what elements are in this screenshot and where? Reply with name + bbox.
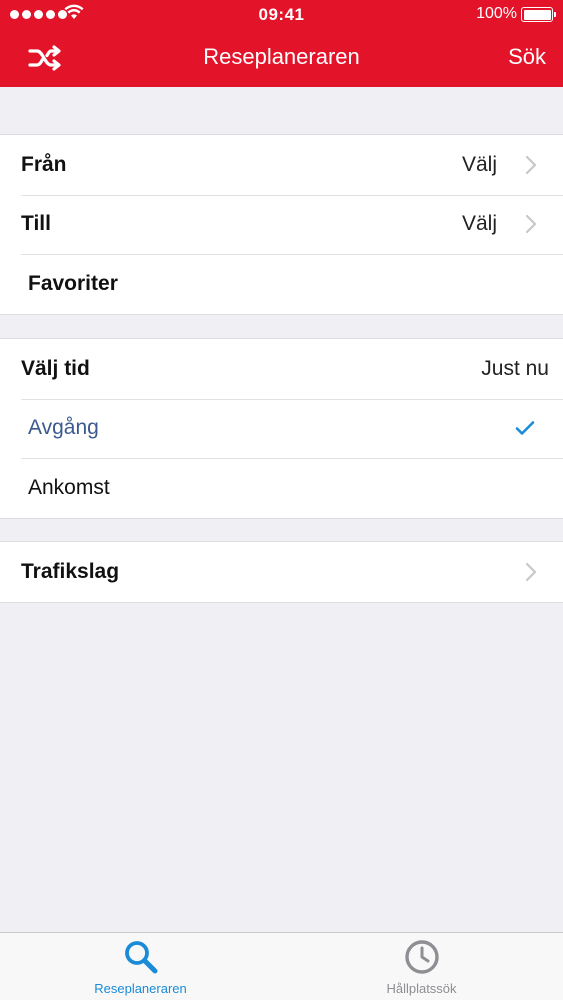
favorites-label: Favoriter bbox=[28, 271, 118, 295]
transport-mode-label: Trafikslag bbox=[21, 559, 120, 583]
transport-mode-row[interactable]: Trafikslag bbox=[0, 542, 563, 602]
time-section: Välj tid Just nu Avgång Ankomst bbox=[0, 338, 563, 519]
departure-row[interactable]: Avgång bbox=[0, 398, 563, 459]
page-title: Reseplaneraren bbox=[203, 44, 360, 69]
chevron-right-icon bbox=[525, 215, 537, 234]
tab-stop-search-label: Hållplatssök bbox=[386, 981, 457, 996]
chevron-right-icon bbox=[525, 562, 537, 581]
arrival-label: Ankomst bbox=[28, 475, 110, 499]
route-section: Från Välj Till Välj Favoriter bbox=[0, 134, 563, 315]
clock-icon bbox=[404, 940, 439, 974]
choose-time-row[interactable]: Välj tid Just nu bbox=[0, 339, 563, 399]
from-row[interactable]: Från Välj bbox=[0, 135, 563, 195]
battery-percentage: 100% bbox=[476, 5, 517, 22]
search-icon bbox=[124, 941, 157, 974]
navigation-bar: Reseplaneraren Sök bbox=[0, 30, 563, 87]
choose-time-value: Just nu bbox=[481, 356, 549, 380]
from-value: Välj bbox=[461, 152, 497, 176]
to-label: Till bbox=[21, 212, 51, 236]
transport-mode-section: Trafikslag bbox=[0, 541, 563, 603]
tab-stop-search[interactable]: Hållplatssök bbox=[281, 933, 562, 1000]
checkmark-icon bbox=[515, 421, 535, 436]
choose-time-label: Välj tid bbox=[21, 356, 90, 380]
departure-label: Avgång bbox=[28, 416, 99, 440]
tab-bar: Reseplaneraren Hållplatssök bbox=[0, 932, 563, 1000]
arrival-row[interactable]: Ankomst bbox=[0, 458, 563, 518]
to-row[interactable]: Till Välj bbox=[0, 194, 563, 255]
tab-journey-planner[interactable]: Reseplaneraren bbox=[0, 933, 281, 1000]
tab-journey-planner-label: Reseplaneraren bbox=[94, 981, 187, 996]
chevron-right-icon bbox=[525, 155, 537, 174]
screen: 09:41 100% Reseplaneraren Sök Från Välj … bbox=[0, 0, 563, 1000]
top-bar: 09:41 100% Reseplaneraren Sök bbox=[0, 0, 563, 87]
to-value: Välj bbox=[461, 212, 497, 236]
battery-icon bbox=[521, 7, 556, 22]
favorites-row[interactable]: Favoriter bbox=[0, 254, 563, 314]
status-bar: 09:41 100% bbox=[0, 0, 563, 30]
search-button[interactable]: Sök bbox=[508, 44, 546, 70]
from-label: Från bbox=[21, 152, 67, 176]
